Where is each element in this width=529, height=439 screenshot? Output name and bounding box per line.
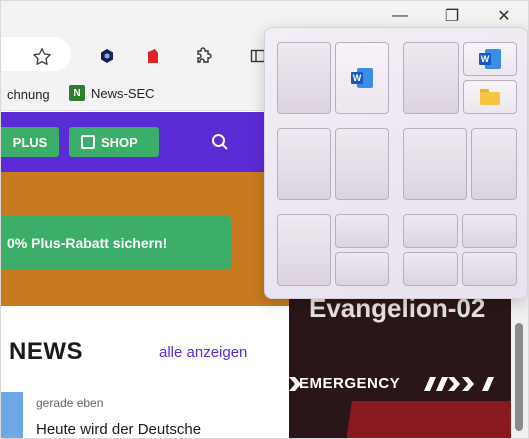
snap-layout-wide-left-two-right: W (403, 42, 517, 114)
snap-zone[interactable] (335, 214, 389, 248)
snap-zone[interactable] (462, 214, 517, 248)
snap-zone[interactable] (335, 128, 389, 200)
shop-button[interactable]: SHOP (69, 127, 159, 157)
shop-label: SHOP (101, 134, 138, 150)
word-app-icon: W (351, 68, 373, 88)
browser-window: — ❐ ✕ chnung N News-SEC PLUS SHOP 0% Plu… (0, 0, 529, 439)
snap-zone[interactable] (277, 128, 331, 200)
snap-zone[interactable] (277, 214, 331, 286)
snap-layout-left-right-stacked (277, 214, 389, 286)
close-icon: ✕ (497, 8, 511, 25)
promo-emergency-label: EMERGENCY (299, 375, 401, 392)
maximize-icon: ❐ (444, 8, 460, 25)
word-app-icon: W (479, 49, 501, 69)
bookmark-item[interactable]: chnung (7, 87, 50, 102)
bookmark-label: News-SEC (91, 85, 155, 101)
snap-layout-quad (403, 214, 517, 286)
shop-bag-icon (81, 135, 95, 149)
news-favicon-icon: N (69, 85, 85, 101)
news-headline[interactable]: Heute wird der Deutsche (36, 421, 201, 438)
snap-layout-wide-left-narrow-right (403, 128, 517, 200)
snap-zone[interactable] (403, 252, 458, 286)
extension-hexagon-icon[interactable] (96, 45, 118, 67)
snap-zone[interactable] (462, 252, 517, 286)
hazard-stripes-icon (424, 377, 494, 391)
news-thumbnail[interactable] (1, 392, 23, 438)
snap-zone-explorer[interactable] (463, 80, 517, 114)
snap-zone-word[interactable]: W (335, 42, 389, 114)
snap-zone-word[interactable]: W (463, 42, 517, 76)
news-timestamp: gerade eben (36, 396, 104, 410)
promo-image[interactable]: Evangelion-02 EMERGENCY (289, 291, 511, 438)
search-icon[interactable] (211, 133, 229, 151)
snap-zone[interactable] (403, 42, 459, 114)
news-heading: NEWS (9, 338, 83, 365)
snap-layout-two-columns (277, 128, 389, 200)
snap-layouts-flyout: W W (264, 27, 528, 299)
snap-zone[interactable] (403, 128, 467, 200)
plus-button[interactable]: PLUS (1, 127, 59, 157)
bookmark-star-icon[interactable] (31, 46, 53, 68)
folder-icon (480, 89, 500, 105)
plus-discount-button[interactable]: 0% Plus-Rabatt sichern! (1, 216, 231, 270)
extensions-puzzle-icon[interactable] (193, 45, 215, 67)
extension-red-icon[interactable] (142, 45, 164, 67)
snap-zone[interactable] (403, 214, 458, 248)
snap-zone[interactable] (277, 42, 331, 114)
minimize-icon: — (392, 7, 408, 24)
scrollbar-thumb[interactable] (515, 323, 523, 431)
promo-red-shape (346, 401, 511, 438)
snap-layout-two-halves: W (277, 42, 389, 114)
snap-zone[interactable] (335, 252, 389, 286)
snap-zone[interactable] (471, 128, 517, 200)
bookmark-item-news-sec[interactable]: N News-SEC (69, 85, 155, 101)
news-more-link[interactable]: alle anzeigen (159, 344, 247, 361)
